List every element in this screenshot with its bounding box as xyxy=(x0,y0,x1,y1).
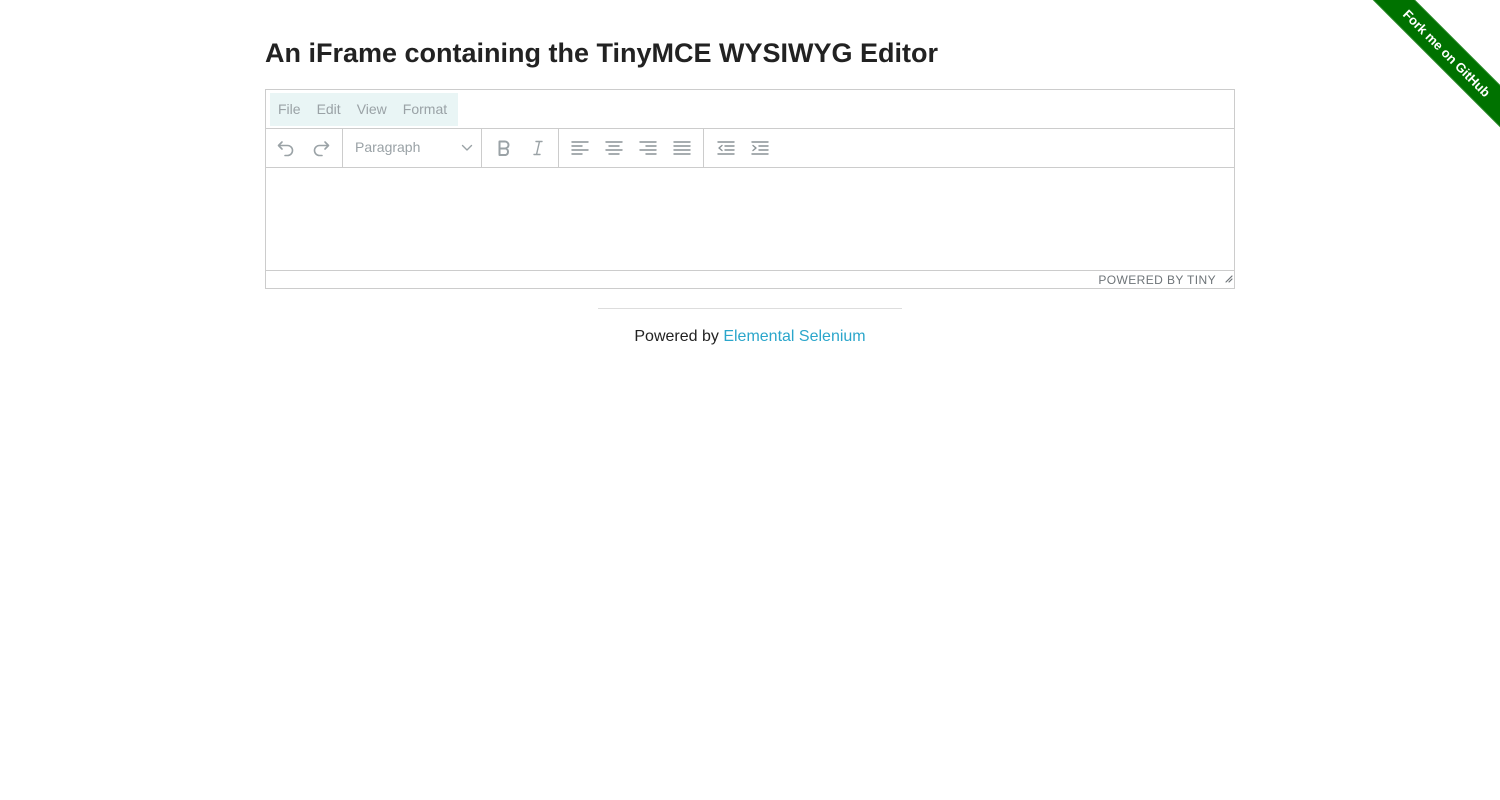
block-format-select[interactable]: Paragraph xyxy=(350,135,474,161)
block-format-label: Paragraph xyxy=(355,139,421,155)
editor-menubar: File Edit View Format xyxy=(266,90,1234,129)
tinymce-editor: File Edit View Format Paragraph POWERED … xyxy=(265,89,1235,289)
elemental-selenium-link[interactable]: Elemental Selenium xyxy=(723,328,865,345)
menu-file[interactable]: File xyxy=(270,93,309,126)
footer-divider xyxy=(598,308,902,309)
italic-icon xyxy=(533,140,543,156)
bold-button[interactable] xyxy=(490,135,518,161)
menubar-group: File Edit View Format xyxy=(270,93,458,126)
menu-format[interactable]: Format xyxy=(395,93,455,126)
page: An iFrame containing the TinyMCE WYSIWYG… xyxy=(0,0,1500,800)
editor-content-area[interactable] xyxy=(266,168,1234,270)
github-ribbon-label[interactable]: Fork me on GitHub xyxy=(1400,6,1493,99)
indent-button[interactable] xyxy=(746,135,774,161)
align-justify-button[interactable] xyxy=(668,135,696,161)
editor-statusbar: POWERED BY TINY xyxy=(266,270,1234,289)
menu-edit[interactable]: Edit xyxy=(309,93,349,126)
undo-icon xyxy=(277,141,294,157)
align-left-button[interactable] xyxy=(566,135,594,161)
toolbar-group-alignment xyxy=(559,129,704,167)
align-right-icon xyxy=(639,141,657,155)
align-justify-icon xyxy=(673,141,691,155)
redo-icon xyxy=(313,141,330,157)
outdent-button[interactable] xyxy=(712,135,740,161)
align-left-icon xyxy=(571,141,589,155)
undo-button[interactable] xyxy=(272,135,300,161)
chevron-down-icon xyxy=(460,141,474,160)
github-ribbon-banner[interactable]: Fork me on GitHub xyxy=(1362,0,1500,138)
resize-handle-icon[interactable] xyxy=(1223,270,1233,288)
redo-button[interactable] xyxy=(307,135,335,161)
menu-view[interactable]: View xyxy=(349,93,395,126)
align-center-icon xyxy=(605,141,623,155)
italic-button[interactable] xyxy=(524,135,552,161)
footer-credit: Powered by Elemental Selenium xyxy=(0,328,1500,346)
github-ribbon[interactable]: Fork me on GitHub xyxy=(1351,0,1500,149)
editor-toolbar: Paragraph xyxy=(266,129,1234,168)
toolbar-group-history xyxy=(266,129,343,167)
toolbar-group-indentation xyxy=(704,129,780,167)
align-right-button[interactable] xyxy=(634,135,662,161)
outdent-icon xyxy=(717,141,735,155)
align-center-button[interactable] xyxy=(600,135,628,161)
footer-prefix: Powered by xyxy=(634,328,719,345)
page-title: An iFrame containing the TinyMCE WYSIWYG… xyxy=(265,38,939,68)
toolbar-group-formatting xyxy=(482,129,559,167)
toolbar-group-blocks: Paragraph xyxy=(343,129,482,167)
bold-icon xyxy=(498,140,510,156)
tiny-branding-link[interactable]: POWERED BY TINY xyxy=(1098,273,1216,287)
indent-icon xyxy=(751,141,769,155)
page-footer: Powered by Elemental Selenium xyxy=(0,308,1500,345)
